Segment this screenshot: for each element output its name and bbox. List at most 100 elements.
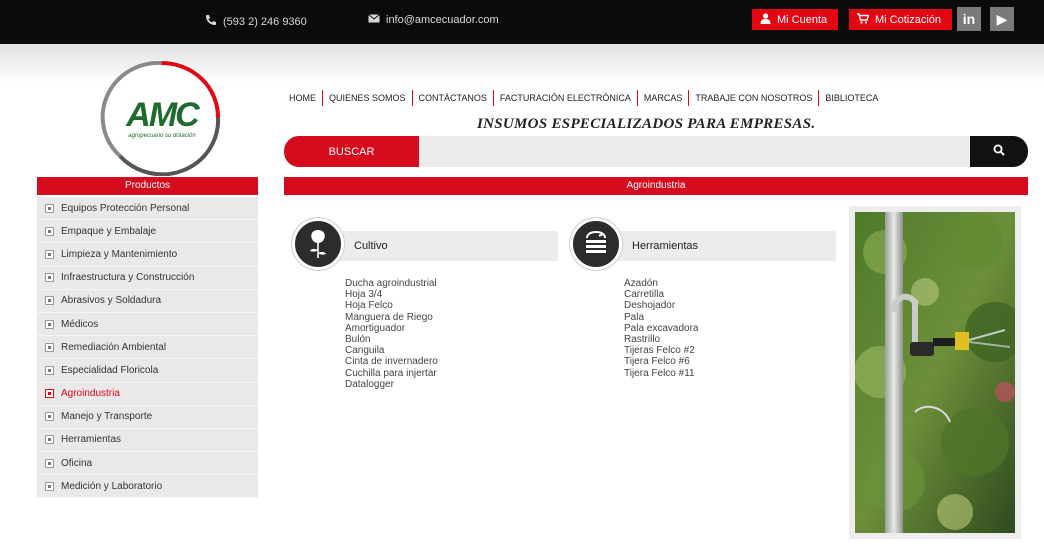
sidebar-item-packaging[interactable]: Empaque y Embalaje <box>37 220 258 244</box>
nav-library[interactable]: BIBLIOTECA <box>819 90 884 106</box>
search-button[interactable] <box>970 136 1028 167</box>
list-item[interactable]: Manguera de Riego <box>345 312 438 323</box>
category-product-list: Azadón Carretilla Deshojador Pala Pala e… <box>624 278 699 379</box>
phone-number: (593 2) 246 9360 <box>223 15 307 28</box>
logo-tagline: agropecuario su dotación <box>128 133 196 139</box>
sidebar-item-label: Limpieza y Mantenimiento <box>61 248 178 260</box>
list-item[interactable]: Rastrillo <box>624 334 699 345</box>
amc-logo[interactable]: AMC agropecuario su dotación <box>100 60 223 176</box>
list-item[interactable]: Amortiguador <box>345 323 438 334</box>
product-photo-frame <box>849 206 1025 539</box>
list-item[interactable]: Bulón <box>345 334 438 345</box>
list-item[interactable]: Pala excavadora <box>624 323 699 334</box>
expand-icon <box>45 412 54 422</box>
expand-icon <box>45 296 54 306</box>
sidebar-item-medical[interactable]: Médicos <box>37 313 258 337</box>
sidebar-title: Productos <box>37 177 258 195</box>
sidebar-item-infrastructure[interactable]: Infraestructura y Construcción <box>37 267 258 290</box>
sidebar-item-agroindustry[interactable]: Agroindustria <box>37 383 258 406</box>
search-icon <box>993 143 1005 161</box>
list-item[interactable]: Pala <box>624 312 699 323</box>
my-account-label: Mi Cuenta <box>777 13 828 26</box>
youtube-icon[interactable]: ▶ <box>990 7 1014 31</box>
sidebar-item-label: Empaque y Embalaje <box>61 225 157 237</box>
sidebar-item-label: Especialidad Floricola <box>61 364 159 376</box>
list-item[interactable]: Tijera Felco #6 <box>624 356 699 367</box>
my-quote-button[interactable]: Mi Cotización <box>849 9 952 30</box>
phone-contact[interactable]: (593 2) 246 9360 <box>205 14 307 29</box>
nav-about[interactable]: QUIENES SOMOS <box>323 90 413 106</box>
sprinkler-photo <box>854 212 1025 533</box>
nav-brands[interactable]: MARCAS <box>638 90 690 106</box>
list-item[interactable]: Canguila <box>345 345 438 356</box>
main-nav: HOME QUIENES SOMOS CONTÁCTANOS FACTURACI… <box>289 90 884 106</box>
sidebar-item-label: Oficina <box>61 457 93 469</box>
phone-icon <box>205 14 217 29</box>
list-item[interactable]: Cuchilla para injertar <box>345 368 438 379</box>
hose-reel-icon <box>570 218 622 270</box>
nav-billing[interactable]: FACTURACIÓN ELECTRÓNICA <box>494 90 638 106</box>
my-quote-label: Mi Cotización <box>875 13 942 26</box>
logo-text: AMC <box>126 96 199 134</box>
sidebar-item-label: Médicos <box>61 318 99 330</box>
nav-contact[interactable]: CONTÁCTANOS <box>413 90 494 106</box>
sidebar-item-floriculture[interactable]: Especialidad Floricola <box>37 359 258 383</box>
expand-icon <box>45 273 54 283</box>
search-input[interactable] <box>419 136 970 167</box>
category-title[interactable]: Cultivo <box>322 231 558 261</box>
list-item[interactable]: Tijera Felco #11 <box>624 368 699 379</box>
expand-icon <box>45 389 54 399</box>
sidebar-item-abrasives[interactable]: Abrasivos y Soldadura <box>37 290 258 313</box>
list-item[interactable]: Datalogger <box>345 379 438 390</box>
rose-icon <box>292 218 344 270</box>
sidebar-item-lab[interactable]: Medición y Laboratorio <box>37 475 258 499</box>
expand-icon <box>45 203 54 213</box>
list-item[interactable]: Carretilla <box>624 289 699 300</box>
expand-icon <box>45 342 54 352</box>
category-product-list: Ducha agroindustrial Hoja 3/4 Hoja Felco… <box>345 278 438 390</box>
sidebar-item-label: Infraestructura y Construcción <box>61 272 195 284</box>
expand-icon <box>45 249 54 259</box>
list-item[interactable]: Tijeras Felco #2 <box>624 345 699 356</box>
linkedin-icon[interactable]: in <box>957 7 981 31</box>
list-item[interactable]: Deshojador <box>624 300 699 311</box>
search-label: BUSCAR <box>284 136 419 167</box>
sidebar-item-tools[interactable]: Herramientas <box>37 429 258 453</box>
expand-icon <box>45 319 54 329</box>
sidebar-item-label: Remediación Ambiental <box>61 341 167 353</box>
expand-icon <box>45 226 54 236</box>
sidebar-item-label: Equipos Protección Personal <box>61 202 190 214</box>
sidebar-item-cleaning[interactable]: Limpieza y Mantenimiento <box>37 243 258 267</box>
sidebar-categories: Equipos Protección Personal Empaque y Em… <box>37 197 258 499</box>
list-item[interactable]: Cinta de invernadero <box>345 356 438 367</box>
sidebar-item-label: Herramientas <box>61 434 122 446</box>
sidebar-item-ppe[interactable]: Equipos Protección Personal <box>37 197 258 221</box>
list-item[interactable]: Azadón <box>624 278 699 289</box>
expand-icon <box>45 481 54 491</box>
sidebar-item-label: Manejo y Transporte <box>61 411 153 423</box>
section-title: Agroindustria <box>284 177 1028 195</box>
sidebar-item-handling[interactable]: Manejo y Transporte <box>37 406 258 429</box>
email-contact[interactable]: info@amcecuador.com <box>368 14 499 26</box>
sidebar-item-label: Medición y Laboratorio <box>61 480 163 492</box>
my-account-button[interactable]: Mi Cuenta <box>752 9 838 30</box>
expand-icon <box>45 458 54 468</box>
category-title[interactable]: Herramientas <box>600 231 836 261</box>
nav-careers[interactable]: TRABAJE CON NOSOTROS <box>689 90 820 106</box>
mail-icon <box>368 14 380 26</box>
search-bar: BUSCAR <box>284 136 1028 167</box>
nav-home[interactable]: HOME <box>289 90 323 106</box>
top-bar: (593 2) 246 9360 info@amcecuador.com Mi … <box>0 0 1044 44</box>
list-item[interactable]: Hoja 3/4 <box>345 289 438 300</box>
sidebar-item-label: Abrasivos y Soldadura <box>61 295 162 307</box>
email-address: info@amcecuador.com <box>386 14 499 26</box>
expand-icon <box>45 365 54 375</box>
sidebar-item-remediation[interactable]: Remediación Ambiental <box>37 336 258 360</box>
expand-icon <box>45 435 54 445</box>
list-item[interactable]: Ducha agroindustrial <box>345 278 438 289</box>
site-tagline: INSUMOS ESPECIALIZADOS PARA EMPRESAS. <box>477 116 816 132</box>
user-icon <box>760 12 771 27</box>
list-item[interactable]: Hoja Felco <box>345 300 438 311</box>
cart-icon <box>857 12 870 27</box>
sidebar-item-office[interactable]: Oficina <box>37 452 258 476</box>
